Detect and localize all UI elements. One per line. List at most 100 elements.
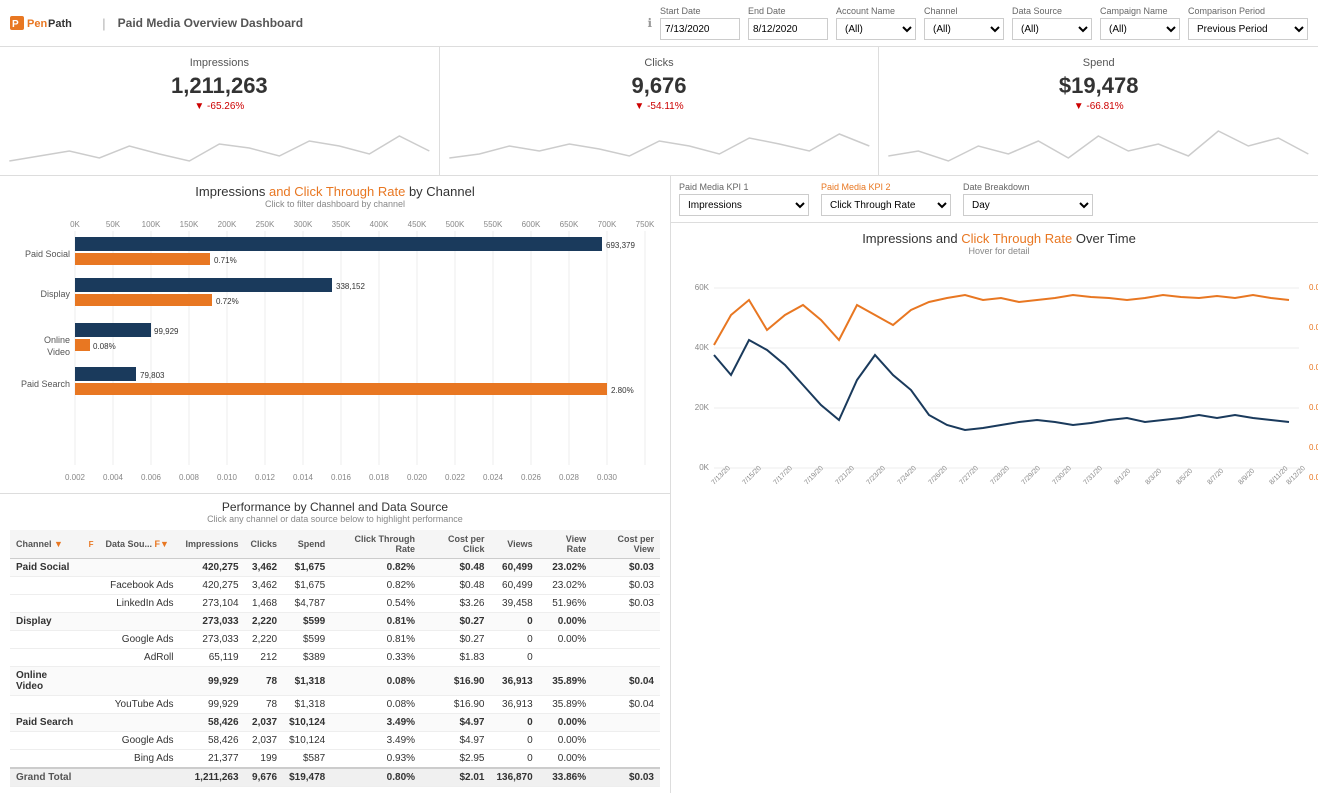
channel-select[interactable]: (All) <box>924 18 1004 40</box>
col-views[interactable]: Views <box>490 530 538 559</box>
col-channel[interactable]: Channel ▼ <box>10 530 83 559</box>
bar-online-video-impressions[interactable] <box>75 323 151 337</box>
svg-text:600K: 600K <box>522 220 541 229</box>
table-row[interactable]: Online Video99,92978$1,3180.08%$16.9036,… <box>10 667 660 696</box>
bar-paid-search-impressions[interactable] <box>75 367 136 381</box>
svg-text:Video: Video <box>47 347 70 357</box>
svg-text:0.006: 0.006 <box>1309 363 1318 372</box>
kpi-spend-value: $19,478 <box>887 73 1310 99</box>
info-icon[interactable]: ℹ <box>647 16 652 30</box>
header: P Pen Path | Paid Media Overview Dashboa… <box>0 0 1318 47</box>
comparison-period-select[interactable]: Previous Period <box>1188 18 1308 40</box>
svg-text:0.010: 0.010 <box>1309 283 1318 292</box>
svg-text:8/5/20: 8/5/20 <box>1175 468 1194 487</box>
svg-text:0.002: 0.002 <box>65 473 86 482</box>
data-source-select[interactable]: (All) <box>1012 18 1092 40</box>
kpi-clicks: Clicks 9,676 -54.11% <box>440 47 880 175</box>
start-date-filter: Start Date <box>660 6 740 40</box>
svg-text:Paid Social: Paid Social <box>25 249 70 259</box>
table-row[interactable]: Google Ads273,0332,220$5990.81%$0.2700.0… <box>10 631 660 649</box>
campaign-name-select[interactable]: (All) <box>1100 18 1180 40</box>
col-cpc[interactable]: Cost per Click <box>421 530 490 559</box>
col-ctr[interactable]: Click Through Rate <box>331 530 421 559</box>
table-row[interactable]: Paid Search58,4262,037$10,1243.49%$4.970… <box>10 714 660 732</box>
bar-chart-section: Impressions and Click Through Rate by Ch… <box>0 176 670 494</box>
svg-text:0.010: 0.010 <box>217 473 238 482</box>
left-panel: Impressions and Click Through Rate by Ch… <box>0 176 671 793</box>
kpi-clicks-title: Clicks <box>448 57 871 69</box>
col-spend[interactable]: Spend <box>283 530 331 559</box>
table-row[interactable]: LinkedIn Ads273,1041,468$4,7870.54%$3.26… <box>10 595 660 613</box>
bar-chart[interactable]: 0K 50K 100K 150K 200K 250K 300K 350K 400… <box>10 215 660 485</box>
kpi-spend: Spend $19,478 -66.81% <box>879 47 1318 175</box>
kpi-spend-change: -66.81% <box>887 101 1310 112</box>
comparison-period-label: Comparison Period <box>1188 6 1308 16</box>
line-chart-section: Impressions and Click Through Rate Over … <box>671 223 1318 538</box>
data-source-filter: Data Source (All) <box>1012 6 1092 40</box>
date-breakdown-label: Date Breakdown <box>963 182 1093 192</box>
table-row[interactable]: YouTube Ads99,92978$1,3180.08%$16.9036,9… <box>10 696 660 714</box>
filters: ℹ Start Date End Date Account Name (All)… <box>647 6 1308 40</box>
col-view-rate[interactable]: View Rate <box>539 530 592 559</box>
end-date-input[interactable] <box>748 18 828 40</box>
table-header-row: Channel ▼ F Data Sou... F▼ Impressions C… <box>10 530 660 559</box>
kpi2-select[interactable]: Click Through Rate <box>821 194 951 216</box>
line-chart: 60K 40K 20K 0K 0.010 0.008 0.006 0.004 0… <box>679 260 1318 530</box>
table-row[interactable]: Paid Social420,2753,462$1,6750.82%$0.486… <box>10 559 660 577</box>
bar-display-ctr[interactable] <box>75 294 212 306</box>
svg-text:0.08%: 0.08% <box>93 342 116 351</box>
svg-text:0.024: 0.024 <box>483 473 504 482</box>
col-impressions[interactable]: Impressions <box>180 530 245 559</box>
start-date-input[interactable] <box>660 18 740 40</box>
col-clicks[interactable]: Clicks <box>245 530 284 559</box>
svg-text:750K: 750K <box>636 220 655 229</box>
date-breakdown-select[interactable]: Day <box>963 194 1093 216</box>
kpi-clicks-value: 9,676 <box>448 73 871 99</box>
svg-text:0.71%: 0.71% <box>214 256 237 265</box>
kpi1-select[interactable]: Impressions <box>679 194 809 216</box>
col-datasource[interactable]: Data Sou... F▼ <box>100 530 180 559</box>
bar-paid-social-impressions[interactable] <box>75 237 602 251</box>
end-date-filter: End Date <box>748 6 828 40</box>
performance-table: Channel ▼ F Data Sou... F▼ Impressions C… <box>10 530 660 787</box>
account-name-label: Account Name <box>836 6 916 16</box>
table-row[interactable]: Display273,0332,220$5990.81%$0.2700.00% <box>10 613 660 631</box>
svg-text:20K: 20K <box>695 403 710 412</box>
table-row[interactable]: Google Ads58,4262,037$10,1243.49%$4.9700… <box>10 732 660 750</box>
bar-paid-search-ctr[interactable] <box>75 383 607 395</box>
logo: P Pen Path | Paid Media Overview Dashboa… <box>10 14 303 32</box>
right-panel: Paid Media KPI 1 Impressions Paid Media … <box>671 176 1318 793</box>
table-row[interactable]: AdRoll65,119212$3890.33%$1.830 <box>10 649 660 667</box>
col-cpv[interactable]: Cost per View <box>592 530 660 559</box>
svg-text:0.028: 0.028 <box>559 473 580 482</box>
svg-text:0.008: 0.008 <box>179 473 200 482</box>
table-body: Paid Social420,2753,462$1,6750.82%$0.486… <box>10 559 660 787</box>
line-chart-subtitle: Hover for detail <box>679 246 1318 256</box>
bar-online-video-ctr[interactable] <box>75 339 90 351</box>
bar-paid-social-ctr[interactable] <box>75 253 210 265</box>
start-date-label: Start Date <box>660 6 740 16</box>
svg-text:0.022: 0.022 <box>445 473 466 482</box>
logo-icon: P Pen Path <box>10 14 90 32</box>
svg-text:0.026: 0.026 <box>521 473 542 482</box>
svg-text:50K: 50K <box>106 220 121 229</box>
svg-text:150K: 150K <box>180 220 199 229</box>
kpi-selectors: Paid Media KPI 1 Impressions Paid Media … <box>671 176 1318 223</box>
svg-text:0.012: 0.012 <box>255 473 276 482</box>
campaign-name-filter: Campaign Name (All) <box>1100 6 1180 40</box>
table-row[interactable]: Facebook Ads420,2753,462$1,6750.82%$0.48… <box>10 577 660 595</box>
logo-divider: | <box>102 16 106 31</box>
svg-text:100K: 100K <box>142 220 161 229</box>
svg-text:Path: Path <box>48 18 72 30</box>
bar-chart-subtitle: Click to filter dashboard by channel <box>10 199 660 209</box>
kpi2-selector-group: Paid Media KPI 2 Click Through Rate <box>821 182 951 216</box>
svg-text:8/7/20: 8/7/20 <box>1206 468 1225 487</box>
col-filter[interactable]: F <box>83 530 100 559</box>
svg-text:350K: 350K <box>332 220 351 229</box>
svg-text:0.018: 0.018 <box>369 473 390 482</box>
svg-text:Pen: Pen <box>27 18 47 30</box>
svg-text:0.016: 0.016 <box>331 473 352 482</box>
table-row[interactable]: Bing Ads21,377199$5870.93%$2.9500.00% <box>10 750 660 769</box>
account-name-select[interactable]: (All) <box>836 18 916 40</box>
bar-display-impressions[interactable] <box>75 278 332 292</box>
